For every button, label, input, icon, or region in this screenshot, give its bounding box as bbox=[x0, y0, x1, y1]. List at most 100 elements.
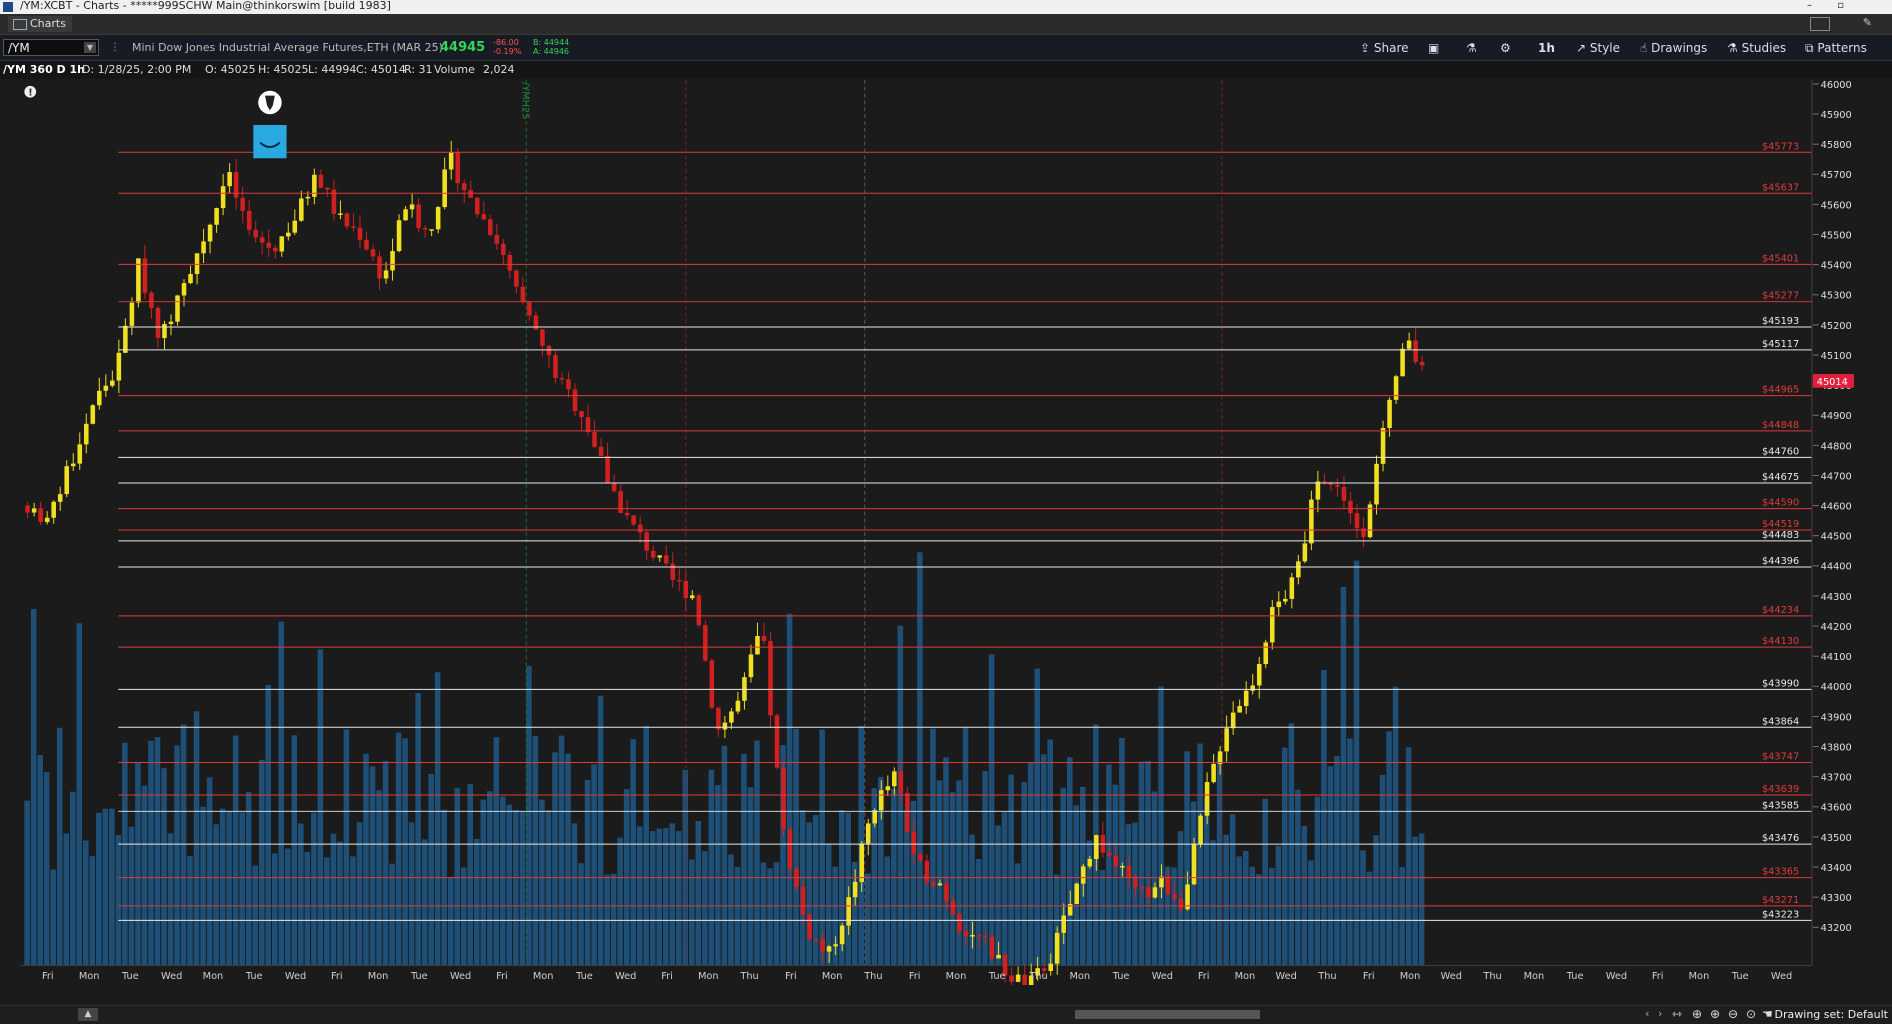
volume-label: Volume bbox=[434, 63, 475, 76]
volume-bar bbox=[545, 810, 552, 966]
volume-bar bbox=[415, 693, 421, 966]
crosshair-icon[interactable]: ⊕ bbox=[1692, 1007, 1702, 1021]
pin-icon[interactable]: ✎ bbox=[1863, 16, 1872, 29]
symbol-input[interactable]: /YM bbox=[8, 41, 30, 55]
smile-marker-icon[interactable] bbox=[253, 125, 287, 159]
volume-bar bbox=[428, 773, 434, 966]
drawings-button[interactable]: ☝ Drawings bbox=[1640, 40, 1707, 56]
symbol-selector[interactable]: /YM ▼ bbox=[3, 39, 99, 56]
time-tick-label: Thu bbox=[863, 971, 882, 982]
candle-body bbox=[1269, 607, 1275, 643]
volume-bar bbox=[278, 621, 285, 966]
candle-body bbox=[918, 854, 923, 861]
minimize-icon[interactable]: – bbox=[1807, 0, 1812, 12]
tab-charts[interactable]: Charts bbox=[8, 16, 72, 32]
candle-body bbox=[663, 555, 669, 564]
share-button[interactable]: ⇪ Share bbox=[1360, 40, 1409, 56]
time-tick-label: Wed bbox=[285, 971, 306, 982]
zoom-reset-icon[interactable]: ⊙ bbox=[1746, 1007, 1756, 1021]
candle-body bbox=[624, 512, 630, 516]
volume-bar bbox=[676, 831, 682, 966]
volume-bar bbox=[884, 856, 891, 966]
drawings-icon: ☝ bbox=[1640, 41, 1652, 55]
candle-body bbox=[1094, 835, 1099, 859]
volume-bar bbox=[421, 839, 428, 966]
volume-bar bbox=[975, 859, 982, 966]
patterns-button[interactable]: ⧉ Patterns bbox=[1805, 40, 1867, 56]
candle-body bbox=[950, 901, 956, 915]
candle-body bbox=[338, 213, 343, 215]
window-title: /YM:XCBT - Charts - *****999SCHW Main@th… bbox=[20, 0, 391, 12]
candle-body bbox=[520, 286, 526, 302]
zoom-out-icon[interactable]: ⊖ bbox=[1728, 1007, 1738, 1021]
candle-body bbox=[266, 242, 272, 248]
volume-bar bbox=[389, 863, 395, 966]
candle-body bbox=[937, 883, 943, 886]
gear-icon[interactable]: ⚙ bbox=[1500, 40, 1511, 56]
drawing-set-label[interactable]: Drawing set: Default bbox=[1775, 1008, 1888, 1021]
volume-bar bbox=[460, 867, 467, 966]
scroll-left-icon[interactable]: ‹ bbox=[1645, 1007, 1649, 1020]
studies-button[interactable]: ⚗ Studies bbox=[1727, 40, 1786, 56]
volume-bar bbox=[174, 745, 180, 966]
candle-body bbox=[1296, 561, 1301, 578]
volume-bar bbox=[734, 866, 741, 966]
candle-body bbox=[820, 939, 825, 952]
price-tick-label: 43400 bbox=[1821, 863, 1852, 874]
volume-bar bbox=[69, 791, 76, 966]
price-level-label: $43864 bbox=[1762, 716, 1799, 727]
candle-body bbox=[781, 767, 786, 830]
candle-body bbox=[540, 329, 545, 346]
candle-body bbox=[807, 914, 812, 939]
scroll-right-icon[interactable]: › bbox=[1658, 1007, 1662, 1020]
hand-icon[interactable]: ☚ bbox=[1762, 1007, 1773, 1021]
volume-bar bbox=[565, 753, 571, 966]
snapshot-icon[interactable]: ▣ bbox=[1428, 40, 1439, 56]
volume-bar bbox=[819, 729, 825, 966]
volume-bar bbox=[298, 823, 304, 966]
style-button[interactable]: ↗ Style bbox=[1576, 40, 1620, 56]
candle-body bbox=[416, 204, 421, 229]
candle-body bbox=[110, 380, 115, 386]
candle-body bbox=[70, 463, 76, 467]
volume-bar bbox=[1236, 856, 1242, 966]
flask-icon[interactable]: ⚗ bbox=[1466, 40, 1477, 56]
link-icon[interactable]: ⋮ bbox=[110, 40, 120, 56]
expiry-marker-label: /YMH25 bbox=[519, 82, 530, 119]
volume-bar bbox=[793, 728, 799, 966]
price-level-label: $43476 bbox=[1762, 833, 1799, 844]
candle-body bbox=[207, 224, 213, 242]
candle-body bbox=[787, 829, 793, 869]
candle-body bbox=[351, 226, 356, 228]
window-layout-icon[interactable] bbox=[1810, 17, 1830, 31]
price-level-label: $45637 bbox=[1762, 182, 1799, 193]
time-tick-label: Tue bbox=[575, 971, 593, 982]
restore-icon[interactable]: ▫ bbox=[1837, 0, 1844, 12]
price-tick-label: 44300 bbox=[1821, 592, 1852, 603]
candle-body bbox=[168, 321, 174, 325]
scroll-up-icon[interactable]: ▲ bbox=[78, 1008, 98, 1021]
candle-body bbox=[1289, 577, 1295, 599]
candle-body bbox=[1009, 975, 1014, 982]
price-chart[interactable]: $45773 $45637 $45401 $45277 $45193 $45117 $449… bbox=[0, 80, 1892, 985]
zoom-in-icon[interactable]: ⊕ bbox=[1710, 1007, 1720, 1021]
volume-bar bbox=[285, 848, 291, 966]
candle-body bbox=[129, 302, 135, 326]
pan-icon[interactable]: ⇿ bbox=[1672, 1007, 1682, 1021]
candle-body bbox=[546, 345, 552, 356]
volume-bar bbox=[24, 800, 30, 966]
volume-bar bbox=[454, 788, 460, 966]
candle-body bbox=[761, 636, 767, 641]
scroll-thumb[interactable] bbox=[1075, 1010, 1260, 1019]
time-tick-label: Mon bbox=[1235, 971, 1256, 982]
last-price: 44945 bbox=[440, 40, 486, 55]
time-tick-label: Wed bbox=[1606, 971, 1627, 982]
volume-bar bbox=[324, 857, 330, 966]
candle-body bbox=[44, 517, 50, 523]
timeframe-button[interactable]: 1h bbox=[1538, 40, 1555, 56]
volume-bar bbox=[812, 815, 819, 966]
candle-body bbox=[377, 256, 382, 279]
candle-body bbox=[344, 213, 350, 227]
chevron-down-icon[interactable]: ▼ bbox=[84, 42, 96, 53]
chart-scrollbar[interactable]: ▲ ‹ › ⇿ ⊕ ⊕ ⊖ ⊙ ☚ Drawing set: Default bbox=[0, 1005, 1892, 1024]
